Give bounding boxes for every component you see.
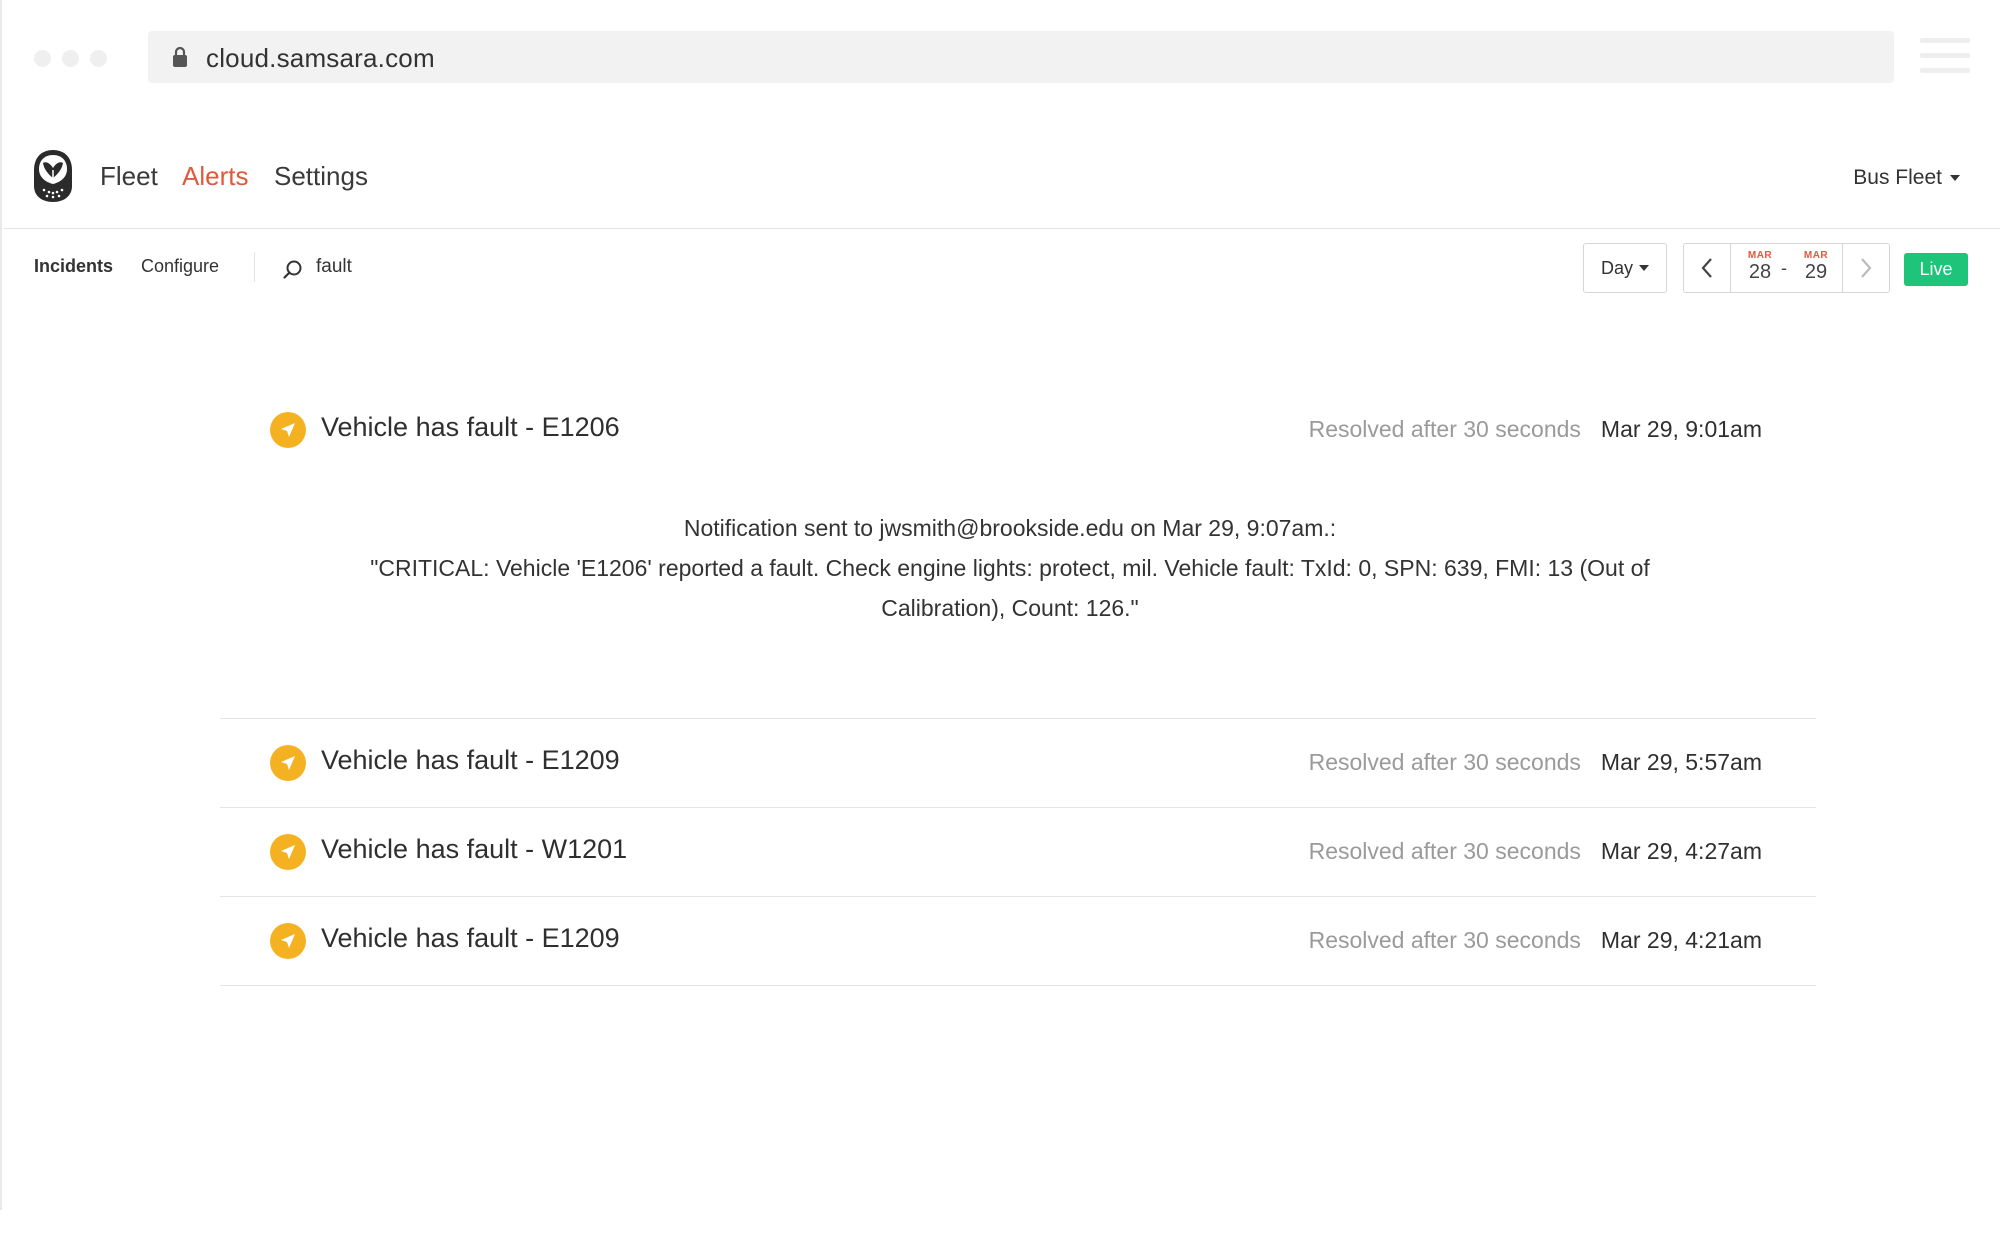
search-input[interactable]: fault xyxy=(316,256,352,278)
incident-meta: Resolved after 30 seconds Mar 29, 9:01am xyxy=(1309,416,1762,443)
window-maximize-button[interactable] xyxy=(90,50,107,67)
incident-time: Mar 29, 9:01am xyxy=(1600,416,1762,442)
date-range-picker: MAR 28 - MAR 29 xyxy=(1683,243,1890,293)
date-separator: - xyxy=(1781,258,1787,278)
period-select[interactable]: Day xyxy=(1583,243,1667,293)
incident-item[interactable]: Vehicle has fault - E1209 Resolved after… xyxy=(220,896,1816,986)
notification-header: Notification sent to jwsmith@brookside.e… xyxy=(683,515,1337,541)
date-next-button[interactable] xyxy=(1842,244,1889,292)
incident-item[interactable]: Vehicle has fault - W1201 Resolved after… xyxy=(220,807,1816,896)
incident-meta: Resolved after 30 seconds Mar 29, 4:27am xyxy=(1309,838,1762,865)
search-icon[interactable] xyxy=(282,258,304,280)
incident-item[interactable]: Vehicle has fault - E1206 Resolved after… xyxy=(220,395,1816,719)
browser-window: cloud.samsara.com Fleet Alerts Settings … xyxy=(0,0,2000,1210)
incident-status: Resolved after 30 seconds xyxy=(1308,838,1581,864)
period-select-label: Day xyxy=(1600,257,1633,278)
alert-arrow-icon xyxy=(270,745,306,781)
chevron-down-icon xyxy=(1950,175,1960,181)
incident-status: Resolved after 30 seconds xyxy=(1308,749,1581,775)
incident-title: Vehicle has fault - E1209 xyxy=(321,745,620,775)
window-controls xyxy=(34,50,107,67)
fleet-selector-label: Bus Fleet xyxy=(1853,166,1942,189)
incident-meta: Resolved after 30 seconds Mar 29, 4:21am xyxy=(1309,927,1762,954)
url-text: cloud.samsara.com xyxy=(206,43,435,73)
fleet-selector[interactable]: Bus Fleet xyxy=(1853,166,1960,190)
nav-fleet[interactable]: Fleet xyxy=(100,161,158,192)
alert-arrow-icon xyxy=(270,923,306,959)
alert-arrow-icon xyxy=(270,412,306,448)
browser-menu-icon[interactable] xyxy=(1920,38,1970,74)
chevron-left-icon xyxy=(1701,258,1712,278)
address-bar[interactable]: cloud.samsara.com xyxy=(148,31,1894,83)
samsara-owl-logo[interactable] xyxy=(32,148,74,204)
incident-title: Vehicle has fault - E1206 xyxy=(321,412,620,442)
incident-notification: Notification sent to jwsmith@brookside.e… xyxy=(310,508,1710,628)
nav-alerts[interactable]: Alerts xyxy=(182,161,248,192)
date-start[interactable]: MAR 28 xyxy=(1740,250,1780,283)
tab-configure[interactable]: Configure xyxy=(141,256,219,277)
date-end-day: 29 xyxy=(1804,261,1828,283)
incident-time: Mar 29, 4:21am xyxy=(1600,927,1762,953)
incident-time: Mar 29, 4:27am xyxy=(1600,838,1762,864)
chevron-right-icon xyxy=(1861,258,1872,278)
notification-message: "CRITICAL: Vehicle 'E1206' reported a fa… xyxy=(370,555,1650,621)
date-end[interactable]: MAR 29 xyxy=(1796,250,1836,283)
nav-divider xyxy=(4,228,2000,229)
incident-title: Vehicle has fault - E1209 xyxy=(321,923,620,953)
date-start-day: 28 xyxy=(1748,261,1772,283)
window-close-button[interactable] xyxy=(34,50,51,67)
date-start-month: MAR xyxy=(1747,250,1773,261)
incident-title: Vehicle has fault - W1201 xyxy=(321,834,628,864)
incident-status: Resolved after 30 seconds xyxy=(1308,416,1581,442)
lock-icon xyxy=(173,46,187,67)
incident-time: Mar 29, 5:57am xyxy=(1600,749,1762,775)
toolbar-divider xyxy=(254,252,255,282)
live-button[interactable]: Live xyxy=(1904,253,1968,286)
window-minimize-button[interactable] xyxy=(62,50,79,67)
date-prev-button[interactable] xyxy=(1684,244,1731,292)
tab-incidents[interactable]: Incidents xyxy=(34,256,113,277)
date-end-month: MAR xyxy=(1803,250,1829,261)
alert-arrow-icon xyxy=(270,834,306,870)
incident-status: Resolved after 30 seconds xyxy=(1308,927,1581,953)
incident-item[interactable]: Vehicle has fault - E1209 Resolved after… xyxy=(220,718,1816,807)
nav-settings[interactable]: Settings xyxy=(274,161,368,192)
chevron-down-icon xyxy=(1639,265,1649,271)
incident-meta: Resolved after 30 seconds Mar 29, 5:57am xyxy=(1309,749,1762,776)
